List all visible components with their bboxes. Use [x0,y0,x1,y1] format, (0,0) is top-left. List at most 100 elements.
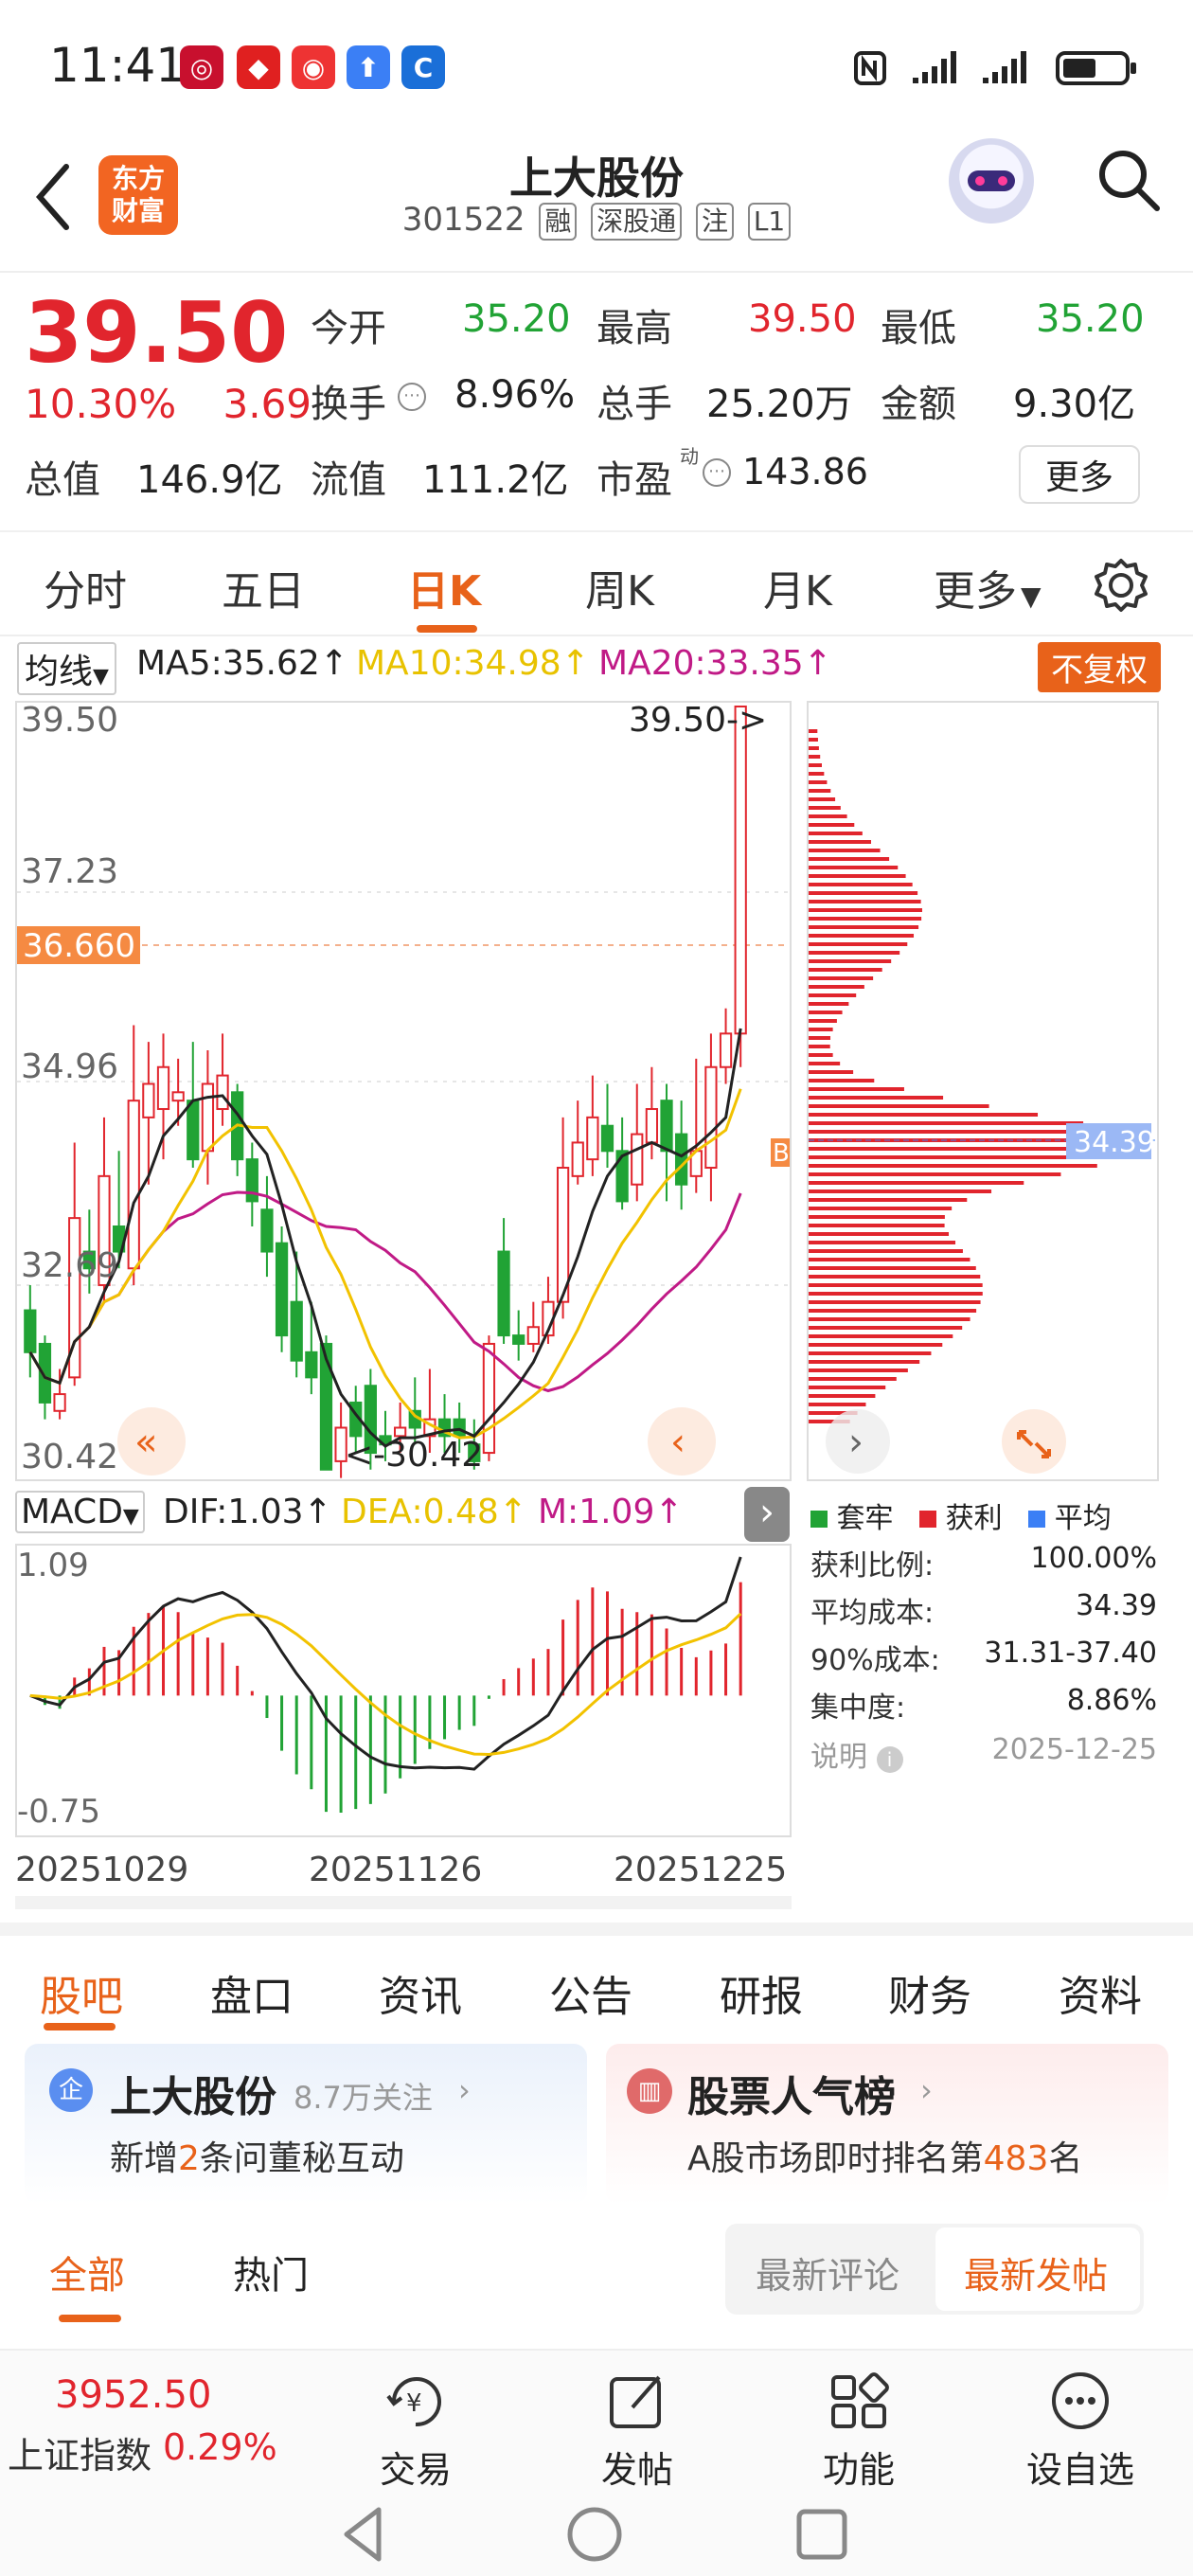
macd-next-icon[interactable]: › [744,1487,790,1542]
candle [201,1082,215,1153]
pe-value: 143.86 [742,451,868,492]
battery-icon [1056,51,1136,85]
tab-research[interactable]: 研报 [720,1962,803,2023]
filter-hot[interactable]: 热门 [233,2245,309,2299]
tab-announce[interactable]: 公告 [549,1962,632,2023]
tab-weekly-k[interactable]: 周K [585,557,654,617]
tag-registered: 注 [696,203,735,241]
ma-dropdown-icon: ▼ [93,665,109,689]
system-nav [0,2500,1193,2576]
nav-post[interactable]: 发帖 [566,2370,708,2493]
filter-all[interactable]: 全部 [49,2245,125,2299]
buy-marker: B [773,1139,790,1168]
candle [497,1250,510,1337]
note-date: 2025-12-25 [991,1733,1157,1766]
candle [290,1300,303,1362]
legend-avg-label: 平均 [1054,1502,1112,1535]
candle [319,1342,333,1471]
pe-info-icon[interactable]: ⋯ [703,458,731,487]
ma5-value: MA5:35.62↑ [136,644,348,683]
sort-latest-post[interactable]: 最新发帖 [964,2246,1108,2299]
nav-watchlist[interactable]: 设自选 [1009,2370,1151,2493]
tab-news[interactable]: 资讯 [379,1962,462,2023]
content-tabs: 股吧 盘口 资讯 公告 研报 财务 资料 [0,1923,1193,2032]
macd-selector-label: MACD [21,1493,123,1531]
tab-intraday[interactable]: 分时 [44,557,127,617]
bottom-nav: 3952.50 上证指数 0.29% ¥ 交易 发帖 功能 设自选 [0,2349,1193,2500]
note-label: 说明 [810,1741,867,1774]
mktcap-value: 146.9亿 [136,458,283,502]
ma-selector[interactable]: 均线▼ [17,642,116,695]
index-value[interactable]: 3952.50 [55,2373,211,2417]
macd-selector[interactable]: MACD▼ [15,1491,145,1533]
sys-recents-icon[interactable] [793,2506,850,2563]
cost90-label: 90%成本: [810,1644,940,1677]
more-button[interactable]: 更多 [1019,445,1140,504]
note-link[interactable]: 说明 i [810,1733,903,1775]
signal-icon [913,51,956,83]
profit-ratio-value: 100.00% [1030,1542,1157,1575]
settings-gear-icon[interactable] [1093,557,1149,614]
tab-pankou[interactable]: 盘口 [210,1962,294,2023]
tab-daily-k[interactable]: 日K [407,557,481,617]
pe-label: 市盈 [596,458,672,502]
bank-app-icon: ◎ [180,45,223,89]
diamond-app-icon: ◆ [237,45,280,89]
kline-svg: 39.50 37.23 34.96 32.69 30.42 36.660 39.… [17,701,792,1478]
nav-trade[interactable]: ¥ 交易 [345,2370,487,2493]
ma-legend: 均线▼ MA5:35.62↑ MA10:34.98↑ MA20:33.35↑ 不… [0,638,1193,695]
chip-distribution[interactable]: 34.39 › [807,701,1159,1481]
date-mid: 20251126 [309,1851,483,1889]
adjust-button[interactable]: 不复权 [1038,642,1161,692]
sys-back-icon[interactable] [337,2504,394,2565]
turnover-info-icon[interactable]: ⋯ [398,383,426,411]
robot-avatar-icon[interactable] [949,138,1034,224]
mktcap-label: 总值 [25,458,100,502]
low-value: 35.20 [1036,297,1145,341]
price-tag: 36.660 [23,927,135,965]
chip-svg: 34.39 › [809,729,1157,1474]
upload-app-icon: ⬆ [347,45,390,89]
search-icon[interactable] [1095,146,1165,216]
tab-more[interactable]: 更多 ▼ [934,557,1042,617]
index-name[interactable]: 上证指数 [8,2426,151,2478]
last-price: 39.50 [25,284,289,382]
popularity-title: 股票人气榜 [687,2073,896,2121]
tab-guba[interactable]: 股吧 [40,1962,123,2023]
tab-5day[interactable]: 五日 [222,557,305,617]
avg-cost-label: 平均成本: [810,1597,935,1630]
nav-function[interactable]: 功能 [788,2370,930,2493]
concentration-label: 集中度: [810,1691,906,1725]
grid-function-icon [831,2372,889,2428]
low-label: 最低 [881,307,956,350]
stock-header: 东方 财富 上大股份 301522 融 深股通 注 L1 [0,133,1193,273]
tab-finance[interactable]: 财务 [888,1962,971,2023]
kline-chart[interactable]: 39.50 37.23 34.96 32.69 30.42 36.660 39.… [15,701,792,1481]
candle [275,1242,289,1337]
fullscreen-icon[interactable] [1002,1409,1066,1474]
legend-trapped: 套牢 [810,1502,894,1535]
svg-text:¥: ¥ [406,2389,422,2418]
candle [660,1100,673,1153]
dif-value: DIF:1.03↑ [163,1493,332,1531]
follow-count: 8.7万关注 [294,2080,433,2116]
open-value: 35.20 [462,297,571,341]
candle [53,1393,66,1412]
sort-latest-comment[interactable]: 最新评论 [756,2246,899,2299]
candle [615,1150,629,1203]
tab-monthly-k[interactable]: 月K [763,557,832,617]
date-strip [15,1896,792,1909]
rank-pre: A股市场即时排名第 [687,2139,984,2178]
candle [704,1065,718,1170]
change-abs: 3.69 [223,381,312,427]
sys-home-icon[interactable] [564,2504,625,2565]
date-end: 20251225 [614,1851,788,1889]
period-tabs: 分时 五日 日K 周K 月K 更多 ▼ [0,530,1193,636]
y-label-2: 37.23 [21,852,118,891]
pe-dynamic-tag: 动 [680,445,699,468]
candle [526,1326,540,1345]
y-label-top: 39.50 [21,703,118,740]
macd-chart[interactable]: 1.09 -0.75 [15,1544,792,1837]
info-icon: i [876,1746,903,1773]
tab-profile[interactable]: 资料 [1059,1962,1142,2023]
